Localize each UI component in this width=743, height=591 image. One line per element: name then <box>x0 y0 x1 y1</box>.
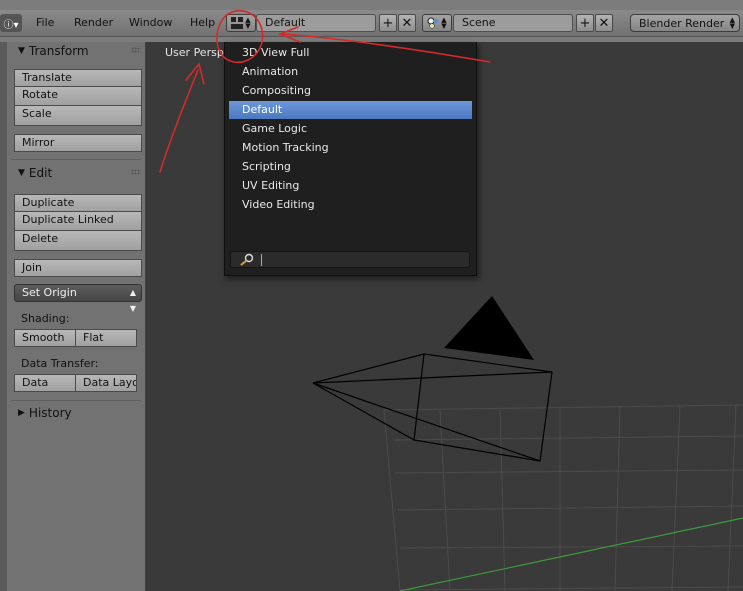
drag-grip-icon[interactable] <box>131 169 141 175</box>
edit-panel-title: Edit <box>28 166 53 180</box>
data-layout-button[interactable]: Data Layo <box>75 374 137 392</box>
layout-item-animation[interactable]: Animation <box>229 63 472 81</box>
updown-arrows-icon: ▲ ▼ <box>245 16 251 30</box>
layout-item-default[interactable]: Default <box>229 101 472 119</box>
data-transfer-button[interactable]: Data <box>14 374 76 392</box>
data-transfer-label: Data Transfer: <box>21 357 99 370</box>
delete-layout-icon[interactable]: ✕ <box>398 14 416 32</box>
layout-item-uv-editing[interactable]: UV Editing <box>229 177 472 195</box>
add-layout-icon[interactable]: + <box>379 14 397 32</box>
render-engine-dropdown[interactable]: Blender Render ▲ ▼ <box>630 14 740 32</box>
floor-grid <box>383 404 743 591</box>
search-icon <box>240 253 254 266</box>
smooth-shading-button[interactable]: Smooth <box>14 329 76 347</box>
view-perspective-label: User Persp <box>165 46 224 59</box>
tool-shelf: ▼ Transform Translate Rotate Scale Mirro… <box>7 42 146 591</box>
translate-button[interactable]: Translate <box>14 69 142 87</box>
panel-separator <box>11 159 141 160</box>
layout-item-compositing[interactable]: Compositing <box>229 82 472 100</box>
layout-item-video-editing[interactable]: Video Editing <box>229 196 472 214</box>
layout-item-scripting[interactable]: Scripting <box>229 158 472 176</box>
updown-arrows-icon: ▲ ▼ <box>129 288 136 313</box>
menu-file[interactable]: File <box>36 16 54 29</box>
scale-button[interactable]: Scale <box>14 106 142 126</box>
camera-object[interactable] <box>312 353 553 462</box>
layout-item-motion-tracking[interactable]: Motion Tracking <box>229 139 472 157</box>
duplicate-button[interactable]: Duplicate <box>14 194 142 212</box>
x-axis-line <box>399 517 743 591</box>
shading-label: Shading: <box>21 312 70 325</box>
mirror-button[interactable]: Mirror <box>14 134 142 152</box>
screen-layout-menu: 3D View Full Animation Compositing Defau… <box>224 42 477 276</box>
drag-grip-icon[interactable] <box>131 47 141 53</box>
render-engine-label: Blender Render <box>639 16 725 30</box>
expanded-triangle-icon: ▼ <box>18 168 25 178</box>
layout-item-3d-view-full[interactable]: 3D View Full <box>229 44 472 62</box>
layout-grid-icon <box>231 17 244 29</box>
add-scene-icon[interactable]: + <box>576 14 594 32</box>
transform-panel-title: Transform <box>28 44 89 58</box>
editor-type-info-icon[interactable]: ⓘ▾ <box>0 14 22 32</box>
updown-arrows-icon: ▲ ▼ <box>729 16 735 30</box>
scene-name-field[interactable]: Scene <box>453 14 573 32</box>
camera-up-triangle <box>444 296 534 360</box>
layout-search-field[interactable] <box>230 251 470 268</box>
panel-separator <box>11 400 141 401</box>
set-origin-label: Set Origin <box>22 286 77 299</box>
delete-button[interactable]: Delete <box>14 231 142 251</box>
menu-help[interactable]: Help <box>190 16 215 29</box>
scene-browse-button[interactable]: ▲ ▼ <box>422 14 452 32</box>
duplicate-linked-button[interactable]: Duplicate Linked <box>14 212 142 231</box>
set-origin-dropdown[interactable]: Set Origin ▲ ▼ <box>14 284 142 313</box>
text-caret <box>261 254 262 266</box>
menu-render[interactable]: Render <box>74 16 113 29</box>
expanded-triangle-icon: ▼ <box>18 46 25 56</box>
transform-panel-header[interactable]: ▼ Transform <box>7 42 145 60</box>
edit-panel-header[interactable]: ▼ Edit <box>7 164 145 182</box>
rotate-button[interactable]: Rotate <box>14 87 142 106</box>
screen-layout-browse-button[interactable]: ▲ ▼ <box>226 14 256 32</box>
menu-window[interactable]: Window <box>129 16 172 29</box>
scene-icon <box>427 17 439 29</box>
collapsed-triangle-icon: ▶ <box>18 408 25 418</box>
flat-shading-button[interactable]: Flat <box>75 329 137 347</box>
join-button[interactable]: Join <box>14 259 142 277</box>
layout-item-game-logic[interactable]: Game Logic <box>229 120 472 138</box>
history-panel-header[interactable]: ▶ History <box>7 404 145 422</box>
updown-arrows-icon: ▲ ▼ <box>441 16 447 30</box>
screen-layout-name-field[interactable]: Default <box>256 14 376 32</box>
history-panel-title: History <box>28 406 72 420</box>
delete-scene-icon[interactable]: ✕ <box>595 14 613 32</box>
